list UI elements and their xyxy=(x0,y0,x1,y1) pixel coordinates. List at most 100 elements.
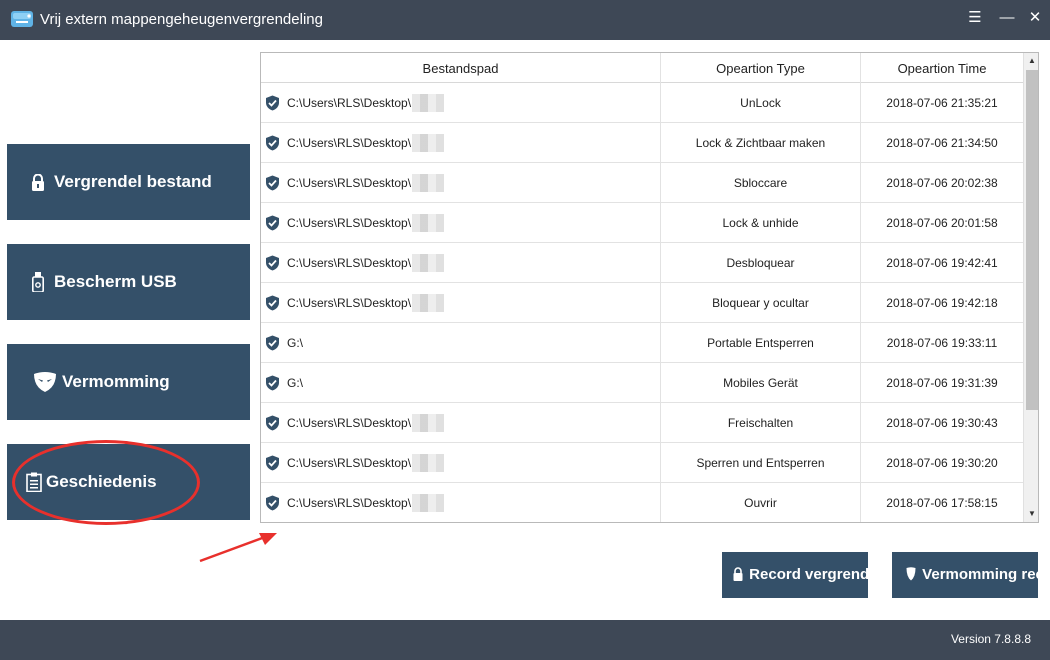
column-header-operation-time[interactable]: Opeartion Time xyxy=(861,53,1023,83)
table-row[interactable]: C:\Users\RLS\Desktop\ Sbloccare 2018-07-06… xyxy=(261,163,1023,203)
cell-operation-time: 2018-07-06 19:42:18 xyxy=(886,296,998,310)
record-lock-label: Record vergrendeling xyxy=(749,566,868,583)
cell-operation-type: Lock & unhide xyxy=(661,203,861,243)
cell-operation-type: Freischalten xyxy=(661,403,861,443)
sidebar-item-label: Vergrendel bestand xyxy=(54,172,212,191)
cell-path: C:\Users\RLS\Desktop\ xyxy=(261,243,661,283)
lock-icon xyxy=(733,567,743,582)
blurred-filename xyxy=(412,294,445,312)
blurred-filename xyxy=(412,494,445,512)
cell-path: C:\Users\RLS\Desktop\ xyxy=(261,163,661,203)
history-table: Bestandspad Opeartion Type Opeartion Tim… xyxy=(260,52,1039,523)
footer-bar: Version 7.8.8.8 xyxy=(0,620,1050,660)
table-row[interactable]: C:\Users\RLS\Desktop\ UnLock 2018-07-06 21… xyxy=(261,83,1023,123)
shield-icon xyxy=(266,375,279,391)
mask-icon xyxy=(906,567,916,581)
path-text: G:\ xyxy=(287,376,304,390)
blurred-filename xyxy=(412,174,445,192)
record-lock-button[interactable]: Record vergrendeling xyxy=(722,552,868,598)
cell-operation-time: 2018-07-06 21:34:50 xyxy=(886,136,998,150)
shield-icon xyxy=(266,175,279,191)
sidebar-item-protect-usb[interactable]: Bescherm USB xyxy=(7,244,250,320)
shield-icon xyxy=(266,295,279,311)
usb-icon xyxy=(29,272,47,292)
cell-path: C:\Users\RLS\Desktop\ xyxy=(261,203,661,243)
cell-operation-time: 2018-07-06 21:35:21 xyxy=(886,96,998,110)
cell-path: G:\ xyxy=(261,323,661,363)
title-bar: Vrij extern mappengeheugenvergrendeling … xyxy=(0,0,1050,40)
shield-icon xyxy=(266,495,279,511)
column-header-path[interactable]: Bestandspad xyxy=(261,53,661,83)
sidebar-item-label: Bescherm USB xyxy=(54,272,177,291)
path-text: C:\Users\RLS\Desktop\ xyxy=(287,256,412,270)
clipboard-icon xyxy=(25,472,43,492)
path-text: C:\Users\RLS\Desktop\ xyxy=(287,416,412,430)
path-text: C:\Users\RLS\Desktop\ xyxy=(287,96,412,110)
cell-operation-type: Portable Entsperren xyxy=(661,323,861,363)
cell-path: C:\Users\RLS\Desktop\ xyxy=(261,123,661,163)
blurred-filename xyxy=(412,214,445,232)
sidebar-item-label: Geschiedenis xyxy=(46,472,157,491)
close-icon[interactable]: ✕ xyxy=(1025,8,1045,28)
table-row[interactable]: G:\ Mobiles Gerät 2018-07-06 19:31:39 xyxy=(261,363,1023,403)
path-text: C:\Users\RLS\Desktop\ xyxy=(287,456,412,470)
blurred-filename xyxy=(412,94,445,112)
path-text: G:\ xyxy=(287,336,304,350)
table-row[interactable]: C:\Users\RLS\Desktop\ Lock & Zichtbaar ma… xyxy=(261,123,1023,163)
cell-operation-time: 2018-07-06 19:33:11 xyxy=(886,336,998,350)
cell-operation-time: 2018-07-06 19:42:41 xyxy=(886,256,998,270)
cell-operation-type: Sperren und Entsperren xyxy=(661,443,861,483)
table-row[interactable]: G:\ Portable Entsperren 2018-07-06 19:33:1… xyxy=(261,323,1023,363)
table-row[interactable]: C:\Users\RLS\Desktop\ Ouvrir 2018-07-06 17… xyxy=(261,483,1023,522)
cell-path: C:\Users\RLS\Desktop\ xyxy=(261,403,661,443)
table-row[interactable]: C:\Users\RLS\Desktop\ Bloquear y ocultar 2… xyxy=(261,283,1023,323)
cell-path: C:\Users\RLS\Desktop\ xyxy=(261,283,661,323)
cell-path: C:\Users\RLS\Desktop\ xyxy=(261,483,661,522)
blurred-filename xyxy=(412,414,445,432)
column-header-operation-type[interactable]: Opeartion Type xyxy=(661,53,861,83)
cell-path: C:\Users\RLS\Desktop\ xyxy=(261,443,661,483)
table-row[interactable]: C:\Users\RLS\Desktop\ Lock & unhide 2018-0… xyxy=(261,203,1023,243)
cell-operation-type: Desbloquear xyxy=(661,243,861,283)
sidebar-item-history[interactable]: Geschiedenis xyxy=(7,444,250,520)
blurred-filename xyxy=(412,454,445,472)
cell-operation-type: Lock & Zichtbaar maken xyxy=(661,123,861,163)
record-disguise-label: Vermomming record xyxy=(922,566,1038,583)
shield-icon xyxy=(266,255,279,271)
cell-operation-type: Ouvrir xyxy=(661,483,861,522)
shield-icon xyxy=(266,135,279,151)
scrollbar-thumb[interactable] xyxy=(1026,70,1038,410)
cell-path: G:\ xyxy=(261,363,661,403)
path-text: C:\Users\RLS\Desktop\ xyxy=(287,136,412,150)
cell-operation-type: Sbloccare xyxy=(661,163,861,203)
annotation-arrow xyxy=(199,533,277,563)
cell-operation-type: Bloquear y ocultar xyxy=(661,283,861,323)
window-title: Vrij extern mappengeheugenvergrendeling xyxy=(40,11,323,28)
table-header: Bestandspad Opeartion Type Opeartion Tim… xyxy=(261,53,1023,83)
scroll-down-icon[interactable]: ▼ xyxy=(1024,506,1038,522)
cell-operation-time: 2018-07-06 19:30:20 xyxy=(886,456,998,470)
path-text: C:\Users\RLS\Desktop\ xyxy=(287,216,412,230)
path-text: C:\Users\RLS\Desktop\ xyxy=(287,176,412,190)
cell-operation-time: 2018-07-06 19:30:43 xyxy=(886,416,998,430)
menu-icon[interactable]: ☰ xyxy=(965,8,985,28)
cell-operation-time: 2018-07-06 19:31:39 xyxy=(886,376,998,390)
scroll-up-icon[interactable]: ▲ xyxy=(1024,53,1038,69)
record-disguise-button[interactable]: Vermomming record xyxy=(892,552,1038,598)
cell-operation-time: 2018-07-06 17:58:15 xyxy=(886,496,998,510)
table-row[interactable]: C:\Users\RLS\Desktop\ Sperren und Entsper… xyxy=(261,443,1023,483)
table-row[interactable]: C:\Users\RLS\Desktop\ Desbloquear 2018-07-… xyxy=(261,243,1023,283)
sidebar-item-disguise[interactable]: Vermomming xyxy=(7,344,250,420)
table-row[interactable]: C:\Users\RLS\Desktop\ Freischalten 2018-07… xyxy=(261,403,1023,443)
blurred-filename xyxy=(412,134,445,152)
shield-icon xyxy=(266,415,279,431)
shield-icon xyxy=(266,455,279,471)
sidebar-item-lock-file[interactable]: Vergrendel bestand xyxy=(7,144,250,220)
scrollbar[interactable]: ▲ ▼ xyxy=(1023,53,1038,522)
minimize-icon[interactable]: — xyxy=(997,8,1017,28)
mask-icon xyxy=(33,372,57,392)
lock-icon xyxy=(29,173,47,191)
shield-icon xyxy=(266,215,279,231)
version-label: Version 7.8.8.8 xyxy=(950,632,1031,646)
path-text: C:\Users\RLS\Desktop\ xyxy=(287,296,412,310)
